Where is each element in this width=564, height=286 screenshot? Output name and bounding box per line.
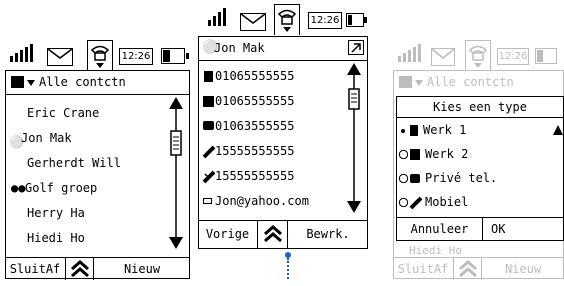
list-item[interactable]: 01063555555: [215, 119, 294, 133]
divider: [199, 60, 367, 61]
mobile2-phone-icon: [202, 169, 216, 188]
signal-icon: [396, 44, 428, 66]
radio-icon: [399, 198, 408, 207]
popup-title: Kies een type: [397, 97, 563, 118]
status-bar: 12:26: [5, 40, 190, 70]
close-button[interactable]: SluitAf: [5, 258, 66, 280]
list-item[interactable]: Eric Crane: [27, 106, 99, 120]
scroll-up-button[interactable]: [66, 258, 94, 280]
group-icon: ●●: [11, 181, 26, 195]
softkey-bar: Vorige Bewrk.: [198, 220, 368, 249]
list-frame: [5, 70, 190, 279]
home-phone-icon: [203, 121, 214, 130]
list-item[interactable]: Jon Mak: [21, 131, 72, 145]
contacts-filter-icon: [399, 76, 412, 88]
expand-icon[interactable]: [348, 40, 364, 55]
phone-tab-icon[interactable]: [87, 40, 113, 70]
type-label: Mobiel: [425, 195, 469, 209]
mobile-phone-icon: [409, 195, 423, 214]
contact-title: Jon Mak: [214, 41, 265, 55]
filter-label: Alle contctn: [39, 75, 126, 89]
filter-label: Alle contctn: [427, 75, 514, 89]
popup-button-bar: Annuleer OK: [397, 217, 563, 241]
list-item[interactable]: Gerherdt Will: [27, 156, 121, 170]
ok-button[interactable]: OK: [491, 218, 505, 241]
close-button: SluitAf: [393, 258, 454, 280]
list-item[interactable]: Herry Ha: [27, 206, 85, 220]
contacts-filter-icon: [11, 76, 24, 88]
softkey-bar: SluitAf Nieuw: [5, 257, 190, 280]
list-item[interactable]: Jon@yahoo.com: [215, 194, 309, 208]
scroll-up-button[interactable]: [258, 221, 288, 248]
back-button[interactable]: Vorige: [198, 221, 258, 248]
work-phone-icon: [410, 125, 418, 136]
phone-tab-icon: [465, 40, 491, 70]
dropdown-triangle-icon: [27, 80, 35, 86]
filter-dropdown[interactable]: Alle contctn: [11, 75, 171, 91]
phone-tab-icon[interactable]: [274, 4, 300, 35]
list-item[interactable]: Hiedi Ho: [27, 231, 85, 245]
work2-phone-icon: [410, 149, 420, 160]
list-item[interactable]: Privé tel.: [397, 169, 547, 189]
list-item[interactable]: 01065555555: [215, 69, 294, 83]
list-item[interactable]: 15555555555: [215, 169, 294, 183]
status-bar: 12:26: [198, 0, 368, 35]
screen-contact-list: 12:26 Alle contctn Eric Crane ⚪ Jon Mak …: [5, 40, 190, 280]
mobile-phone-icon: [202, 144, 216, 163]
list-item[interactable]: 01065555555: [215, 94, 294, 108]
email-icon: [203, 198, 212, 204]
list-item: Hiedi Ho: [409, 244, 462, 257]
list-item[interactable]: 15555555555: [215, 144, 294, 158]
cancel-button[interactable]: Annuleer: [397, 218, 483, 241]
time-display: 12:26: [308, 12, 342, 29]
type-picker-popup: Kies een type Werk 1 Werk 2 Privé tel. M…: [396, 96, 564, 241]
divider: [6, 94, 189, 95]
list-item-selected[interactable]: Werk 1: [397, 121, 547, 141]
list-item[interactable]: Mobiel: [397, 193, 547, 213]
time-display: 12:26: [119, 48, 153, 65]
signal-icon: [206, 8, 234, 30]
battery-icon: [161, 48, 189, 64]
type-label: Privé tel.: [425, 171, 498, 185]
radio-icon: [399, 150, 408, 159]
envelope-icon[interactable]: [47, 48, 73, 66]
screen-contact-detail: 12:26 ⚪ Jon Mak 01065555555 01065555555 …: [198, 0, 368, 279]
dropdown-triangle-icon: [415, 80, 423, 86]
envelope-icon: [431, 48, 455, 66]
detail-frame: [198, 36, 368, 249]
work-phone-icon: [204, 71, 213, 82]
scroll-up-arrow-icon: [553, 125, 563, 135]
connector-line: [287, 258, 289, 279]
list-item[interactable]: Golf groep: [25, 181, 97, 195]
softkey-bar: SluitAf Nieuw: [393, 257, 564, 280]
edit-button[interactable]: Bewrk.: [288, 221, 368, 248]
battery-icon: [346, 13, 367, 27]
signal-icon: [8, 44, 40, 66]
scrollbar[interactable]: [346, 63, 362, 213]
type-label: Werk 2: [425, 147, 469, 161]
filter-dropdown: Alle contctn: [399, 75, 559, 91]
new-button[interactable]: Nieuw: [94, 258, 190, 280]
time-display: 12:26: [497, 48, 529, 65]
scrollbar[interactable]: [168, 97, 184, 249]
battery-icon: [535, 48, 557, 64]
scroll-up-button: [454, 258, 482, 280]
new-button: Nieuw: [504, 262, 542, 276]
envelope-icon[interactable]: [240, 13, 266, 31]
home-phone-icon: [410, 174, 420, 183]
radio-icon: [399, 174, 408, 183]
list-item[interactable]: Werk 2: [397, 145, 547, 165]
work2-phone-icon: [203, 96, 214, 107]
selected-bullet-icon: [401, 129, 405, 133]
status-bar: 12:26: [393, 40, 564, 70]
type-label: Werk 1: [423, 123, 467, 137]
screen-type-picker: 12:26 Alle contctn Hiedi Ho SluitAf Nieu…: [393, 40, 564, 280]
